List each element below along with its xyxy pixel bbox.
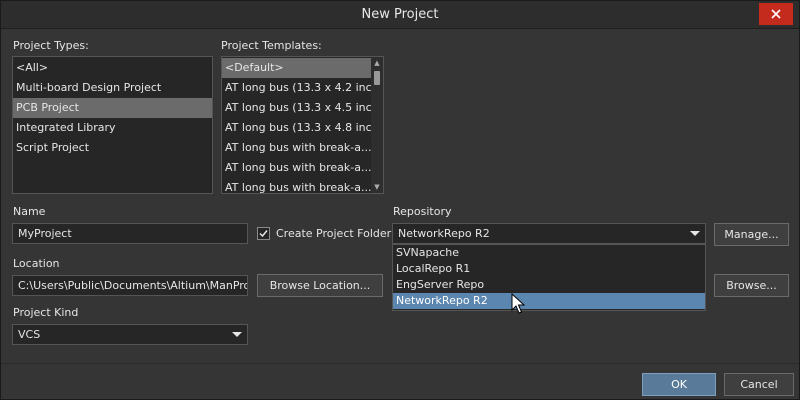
new-project-dialog: New Project Project Types: <All> Multi-b… — [0, 0, 800, 400]
mouse-cursor-icon — [511, 293, 525, 314]
list-item[interactable]: Integrated Library — [13, 118, 212, 138]
title-bar: New Project — [1, 1, 799, 29]
templates-scrollbar[interactable]: ▲ ▼ — [371, 57, 383, 193]
create-folder-checkbox[interactable] — [257, 227, 270, 240]
close-icon — [771, 9, 781, 19]
list-item[interactable]: AT long bus (13.3 x 4.8 inc... — [222, 118, 371, 138]
list-item[interactable]: AT long bus (13.3 x 4.5 inc... — [222, 98, 371, 118]
list-item[interactable]: AT long bus with break-a... — [222, 158, 371, 178]
project-types-list[interactable]: <All> Multi-board Design Project PCB Pro… — [12, 56, 213, 194]
ok-button[interactable]: OK — [642, 373, 716, 396]
name-label: Name — [13, 205, 46, 218]
repository-label: Repository — [393, 205, 452, 218]
browse-location-button[interactable]: Browse Location... — [257, 274, 383, 297]
list-item[interactable]: Script Project — [13, 138, 212, 158]
list-item[interactable]: Multi-board Design Project — [13, 78, 212, 98]
list-item[interactable]: <All> — [13, 58, 212, 78]
list-item[interactable]: AT long bus with break-a... — [222, 138, 371, 158]
chevron-down-icon — [232, 332, 242, 337]
project-kind-value: VCS — [18, 328, 41, 341]
checkmark-icon — [259, 230, 268, 238]
location-label: Location — [13, 257, 60, 270]
project-templates-label: Project Templates: — [221, 39, 322, 52]
project-types-label: Project Types: — [13, 39, 89, 52]
create-folder-label[interactable]: Create Project Folder — [276, 227, 391, 240]
list-item[interactable]: NetworkRepo R2 — [393, 293, 705, 309]
location-field[interactable]: C:\Users\Public\Documents\Altium\ManProj — [12, 275, 248, 296]
scroll-up-icon[interactable]: ▲ — [371, 57, 383, 69]
scroll-thumb[interactable] — [374, 71, 380, 85]
project-kind-select[interactable]: VCS — [12, 324, 248, 345]
project-kind-label: Project Kind — [13, 306, 79, 319]
chevron-down-icon — [690, 231, 700, 236]
cancel-button[interactable]: Cancel — [724, 373, 794, 396]
repository-value: NetworkRepo R2 — [398, 227, 490, 240]
window-title: New Project — [361, 7, 439, 22]
list-item[interactable]: SVNapache — [393, 245, 705, 261]
close-button[interactable] — [759, 3, 793, 25]
footer-divider — [1, 363, 799, 364]
browse-repository-button[interactable]: Browse... — [714, 274, 789, 297]
name-field[interactable]: MyProject — [12, 223, 248, 244]
list-item[interactable]: <Default> — [222, 58, 371, 78]
list-item[interactable]: PCB Project — [13, 98, 212, 118]
repository-dropdown-list[interactable]: SVNapache LocalRepo R1 EngServer Repo Ne… — [392, 244, 706, 311]
list-item[interactable]: LocalRepo R1 — [393, 261, 705, 277]
list-item[interactable]: AT long bus (13.3 x 4.2 inc... — [222, 78, 371, 98]
list-item[interactable]: AT long bus with break-a... — [222, 178, 371, 193]
repository-select[interactable]: NetworkRepo R2 — [392, 223, 706, 244]
manage-button[interactable]: Manage... — [714, 223, 789, 246]
scroll-down-icon[interactable]: ▼ — [371, 181, 383, 193]
project-templates-list[interactable]: <Default> AT long bus (13.3 x 4.2 inc...… — [221, 56, 384, 194]
list-item[interactable]: EngServer Repo — [393, 277, 705, 293]
